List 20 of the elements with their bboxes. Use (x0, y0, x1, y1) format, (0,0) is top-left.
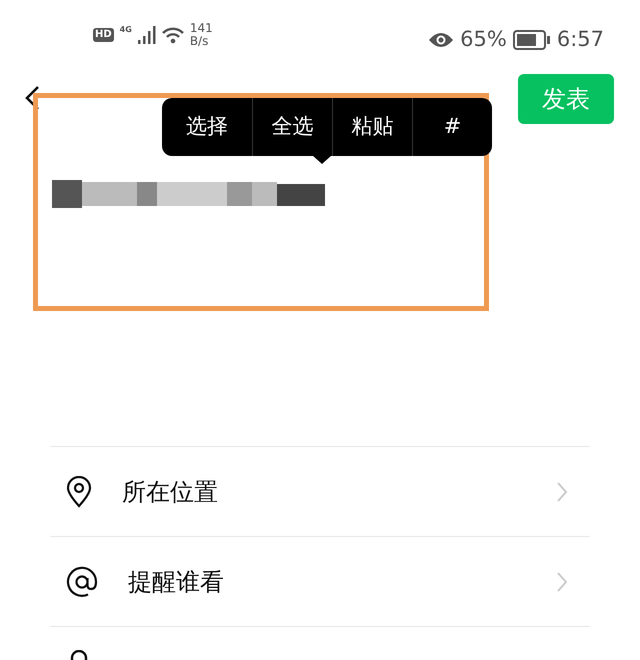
option-label[interactable]: 所在位置 (122, 474, 218, 510)
battery-icon (512, 30, 551, 50)
network-label: 4G (120, 24, 132, 36)
battery-percent: 65% (460, 26, 507, 53)
chevron-icon (556, 570, 568, 592)
signal-icon (138, 26, 156, 44)
eye-icon (428, 30, 454, 49)
speed-unit: B/s (190, 35, 210, 48)
menu-item[interactable]: 粘贴 (332, 98, 412, 156)
speed-value: 141 (190, 22, 213, 36)
at-sign-icon (66, 566, 98, 598)
wifi-icon (162, 26, 184, 44)
clock-time: 6:57 (556, 26, 604, 53)
chevron-icon (556, 480, 568, 502)
option-label[interactable]: 提醒谁看 (128, 564, 224, 600)
hd-icon: HD (93, 28, 114, 42)
menu-item[interactable]: 选择 (162, 98, 252, 156)
menu-item[interactable]: # (412, 98, 492, 156)
back-icon[interactable] (24, 85, 40, 111)
pin-icon (66, 476, 92, 508)
